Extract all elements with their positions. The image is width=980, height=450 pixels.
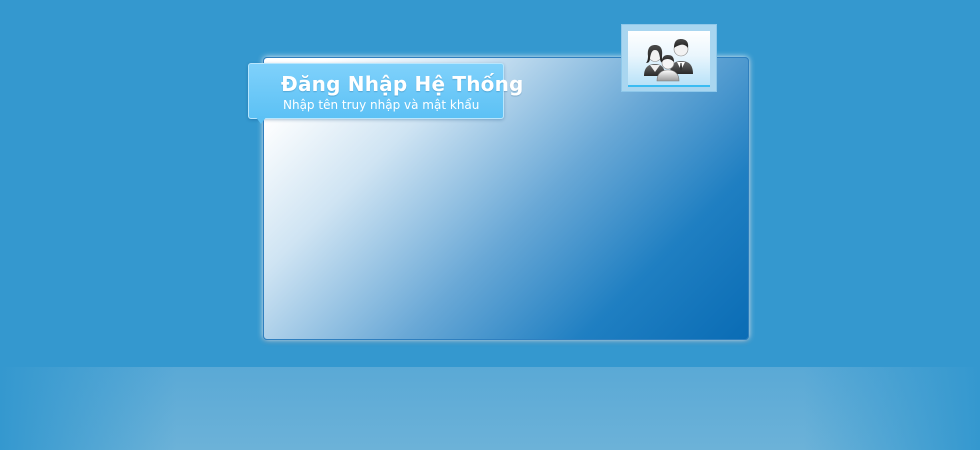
users-icon (644, 39, 693, 82)
floor-reflection (0, 367, 980, 450)
login-subtitle: Nhập tên truy nhập và mật khẩu (283, 98, 480, 112)
login-title-tag: Đăng Nhập Hệ Thống Nhập tên truy nhập và… (248, 63, 523, 124)
login-page: Đăng Nhập Hệ Thống Nhập tên truy nhập và… (0, 0, 980, 450)
user-badge (621, 24, 717, 92)
login-title: Đăng Nhập Hệ Thống (281, 72, 524, 96)
user-badge-inner (628, 31, 710, 87)
